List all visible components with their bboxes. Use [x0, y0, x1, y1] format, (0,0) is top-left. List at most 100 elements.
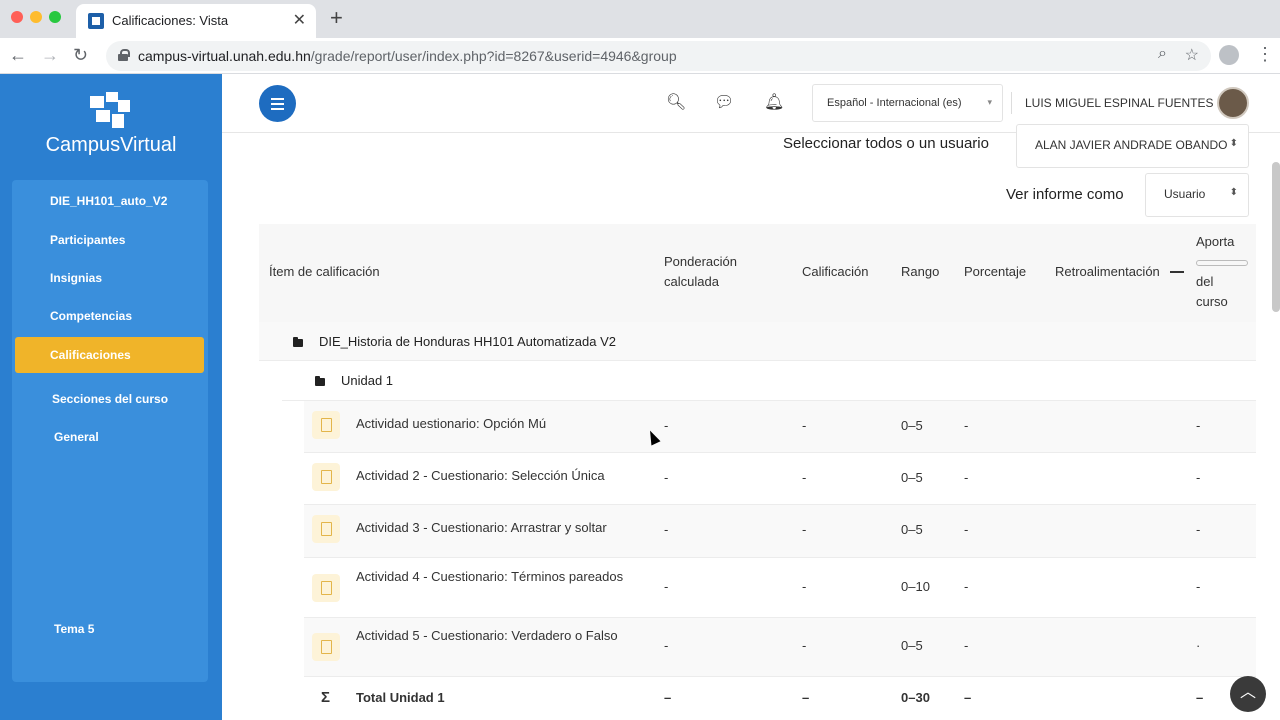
minimize-window-button[interactable]	[30, 11, 42, 23]
header-divider	[1011, 92, 1012, 114]
menu-toggle-button[interactable]	[259, 85, 296, 122]
browser-toolbar: ← → ↻ campus-virtual.unah.edu.hn/grade/r…	[0, 38, 1280, 74]
header-ponderacion-2: calculada	[664, 274, 719, 289]
messages-icon[interactable]: 💬︎	[714, 92, 734, 112]
cell-aporta: -	[1196, 522, 1201, 537]
select-user-dropdown[interactable]: ALAN JAVIER ANDRADE OBANDO ⬍	[1016, 124, 1249, 168]
close-window-button[interactable]	[11, 11, 23, 23]
sidebar-item-participantes[interactable]: Participantes	[50, 233, 125, 247]
cell-ponderacion: -	[664, 638, 669, 653]
cell-calificacion: -	[802, 638, 807, 653]
sidebar-item-general[interactable]: General	[54, 430, 99, 444]
chevron-down-icon: ▾	[987, 97, 992, 107]
total-name: Total Unidad 1	[356, 690, 445, 705]
header-item: Ítem de calificación	[269, 264, 380, 279]
total-ponderacion: –	[664, 690, 672, 705]
header-calificacion: Calificación	[802, 264, 869, 279]
header-aporta-1: Aporta	[1196, 234, 1235, 249]
quiz-icon	[312, 463, 340, 491]
sidebar-item-competencias[interactable]: Competencias	[50, 309, 132, 323]
address-bar[interactable]: campus-virtual.unah.edu.hn/grade/report/…	[106, 41, 1211, 71]
cell-calificacion: -	[802, 470, 807, 485]
grade-item-link[interactable]: Actividad 3 - Cuestionario: Arrastrar y …	[356, 518, 646, 538]
browser-menu-icon[interactable]: ⋮	[1256, 44, 1274, 64]
new-tab-icon[interactable]: +	[330, 6, 343, 30]
grade-item-link[interactable]: Actividad 4 - Cuestionario: Términos par…	[356, 567, 626, 587]
sidebar-item-secciones[interactable]: Secciones del curso	[52, 392, 168, 406]
cell-porcentaje: -	[964, 522, 969, 537]
quiz-icon	[312, 633, 340, 661]
language-label: Español - Internacional (es)	[827, 97, 962, 109]
cell-porcentaje: -	[964, 638, 969, 653]
sidebar-item-course[interactable]: DIE_HH101_auto_V2	[50, 194, 167, 208]
cell-aporta: -	[1196, 418, 1201, 433]
url-text: campus-virtual.unah.edu.hn/grade/report/…	[138, 48, 677, 64]
chevron-up-icon: ︿	[1239, 684, 1256, 701]
browser-tab[interactable]: Calificaciones: Vista ✕	[76, 4, 316, 38]
back-arrow-icon[interactable]: ←	[9, 43, 27, 67]
grade-item-link[interactable]: Actividad 2 - Cuestionario: Selección Ún…	[356, 466, 646, 486]
cell-rango: 0–5	[901, 522, 923, 537]
grade-item-link[interactable]: Actividad 5 - Cuestionario: Verdadero o …	[356, 626, 626, 646]
grade-item-link[interactable]: Actividad uestionario: Opción Mú	[356, 414, 646, 434]
forward-arrow-icon[interactable]: →	[41, 43, 59, 67]
sum-icon: Σ	[321, 689, 331, 706]
site-favicon-icon	[88, 13, 104, 29]
column-resize-handle[interactable]	[1170, 271, 1184, 273]
view-as-label: Ver informe como	[1006, 186, 1124, 203]
select-user-value: ALAN JAVIER ANDRADE OBANDO	[1035, 138, 1228, 152]
header-ponderacion-1: Ponderación	[664, 254, 737, 269]
cell-rango: 0–10	[901, 579, 930, 594]
bookmark-star-icon[interactable]: ☆	[1185, 45, 1199, 65]
unit-category-row	[282, 361, 1256, 401]
cell-ponderacion: -	[664, 579, 669, 594]
cell-ponderacion: -	[664, 522, 669, 537]
browser-profile-icon[interactable]	[1219, 45, 1239, 65]
header-aporta-bar	[1196, 260, 1248, 266]
cell-porcentaje: -	[964, 470, 969, 485]
campus-logo-icon[interactable]	[90, 92, 130, 130]
select-arrows-icon: ⬍	[1229, 187, 1238, 198]
reload-icon[interactable]: ↻	[73, 43, 88, 67]
page-scrollbar[interactable]	[1272, 162, 1280, 312]
quiz-icon	[312, 411, 340, 439]
cell-porcentaje: -	[964, 579, 969, 594]
cell-calificacion: -	[802, 522, 807, 537]
tab-title: Calificaciones: Vista	[112, 13, 229, 28]
select-user-label: Seleccionar todos o un usuario	[783, 135, 989, 152]
folder-icon	[315, 376, 325, 386]
sidebar-item-insignias[interactable]: Insignias	[50, 271, 102, 285]
header-porcentaje: Porcentaje	[964, 264, 1027, 279]
cell-aporta: -	[1196, 579, 1201, 594]
header-rango: Rango	[901, 264, 940, 279]
close-tab-icon[interactable]: ✕	[293, 10, 306, 30]
sidebar-item-tema-5[interactable]: Tema 5	[54, 622, 94, 636]
sidebar-item-calificaciones[interactable]: Calificaciones	[15, 337, 204, 373]
cell-calificacion: -	[802, 418, 807, 433]
course-category-name: DIE_Historia de Honduras HH101 Automatiz…	[319, 334, 616, 349]
cell-aporta: -	[1196, 470, 1201, 485]
avatar[interactable]	[1217, 87, 1249, 119]
cell-rango: 0–5	[901, 418, 923, 433]
zoom-icon[interactable]: ⌕	[1158, 45, 1167, 63]
total-aporta: –	[1196, 690, 1204, 705]
search-icon[interactable]: 🔍︎	[666, 92, 686, 112]
user-name[interactable]: LUIS MIGUEL ESPINAL FUENTES	[1025, 96, 1214, 110]
select-arrows-icon: ⬍	[1229, 138, 1238, 149]
back-to-top-button[interactable]: ︿	[1230, 676, 1266, 712]
folder-icon	[293, 337, 303, 347]
campus-logo-text: CampusVirtual	[45, 134, 177, 156]
language-selector[interactable]: Español - Internacional (es) ▾	[812, 84, 1003, 122]
sidebar-item-label: Calificaciones	[50, 348, 131, 362]
browser-tab-bar: Calificaciones: Vista ✕ +	[0, 0, 1280, 38]
cell-calificacion: -	[802, 579, 807, 594]
total-porcentaje: –	[964, 690, 972, 705]
view-as-dropdown[interactable]: Usuario ⬍	[1145, 173, 1249, 217]
cell-ponderacion: -	[664, 470, 669, 485]
total-calificacion: –	[802, 690, 810, 705]
total-rango: 0–30	[901, 690, 930, 705]
quiz-icon	[312, 574, 340, 602]
cell-rango: 0–5	[901, 638, 923, 653]
maximize-window-button[interactable]	[49, 11, 61, 23]
notifications-bell-icon[interactable]: 🔔︎	[764, 92, 784, 112]
